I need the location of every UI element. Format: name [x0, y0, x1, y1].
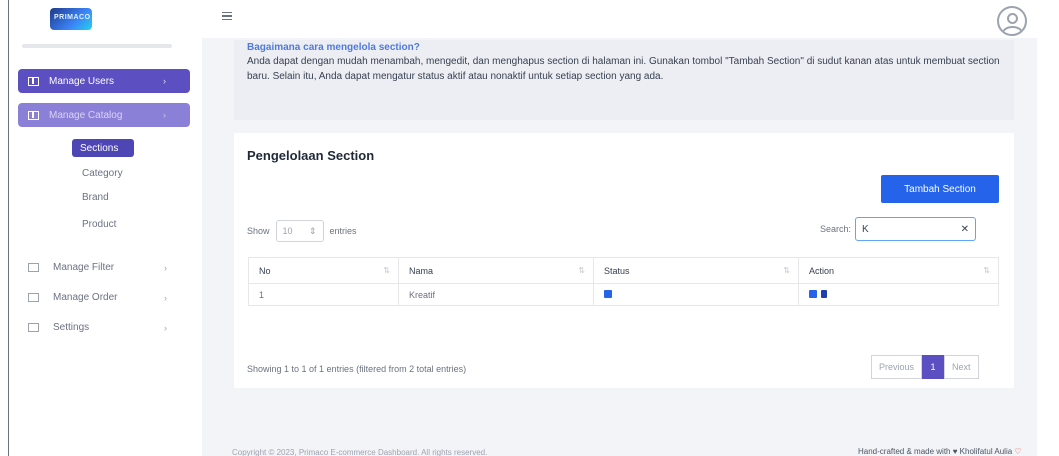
sidebar-item-settings[interactable]: Settings ›	[28, 322, 167, 333]
sidebar-subitem-product[interactable]: Product	[82, 219, 116, 230]
sort-icon: ⇅	[578, 266, 585, 275]
sidebar-item-manage-catalog[interactable]: Manage Catalog ›	[18, 103, 190, 127]
info-card: Bagaimana cara mengelola section? Anda d…	[234, 40, 1014, 120]
logo-text: PRIMACO	[54, 14, 91, 21]
sidebar-subitem-brand[interactable]: Brand	[82, 192, 109, 203]
sidebar-item-manage-order[interactable]: Manage Order ›	[28, 292, 167, 303]
entries-select[interactable]: 10 ⇕	[275, 220, 324, 242]
sidebar-item-label: Manage Users	[49, 75, 115, 87]
page-button-current[interactable]: 1	[922, 355, 945, 379]
sidebar-subitem-category[interactable]: Category	[82, 168, 123, 179]
next-page-button[interactable]: Next	[944, 355, 979, 379]
info-text: Anda dapat dengan mudah menambah, menged…	[247, 56, 1000, 82]
cell-status	[593, 283, 799, 306]
brand-logo[interactable]: PRIMACO	[50, 8, 92, 30]
chevron-right-icon: ›	[163, 76, 166, 86]
cell-action	[798, 283, 999, 306]
table-icon	[28, 110, 39, 120]
trash-icon[interactable]	[821, 289, 827, 298]
table-header-row: No ⇅ Nama ⇅ Status ⇅ Action ⇅	[248, 257, 999, 284]
sort-icon: ⇅	[983, 266, 990, 275]
heart-icon: ♡	[1014, 447, 1022, 456]
column-header-action[interactable]: Action ⇅	[798, 257, 999, 284]
chevron-updown-icon: ⇕	[308, 225, 317, 236]
search-label: Search:	[820, 224, 852, 234]
column-header-nama[interactable]: Nama ⇅	[398, 257, 594, 284]
entries-label: entries	[329, 226, 357, 236]
show-label: Show	[247, 226, 270, 236]
search-input[interactable]: K ✕	[855, 217, 977, 241]
search-input-value: K	[862, 223, 869, 235]
entries-select-value: 10	[282, 226, 293, 236]
chevron-right-icon: ›	[164, 322, 167, 333]
hamburger-menu-icon[interactable]	[222, 12, 232, 20]
clear-icon[interactable]: ✕	[961, 224, 969, 235]
table-icon	[28, 263, 39, 272]
info-title: Bagaimana cara mengelola section?	[247, 42, 420, 53]
pagination: Previous 1 Next	[871, 355, 979, 379]
sidebar-item-label: Manage Filter	[53, 262, 115, 273]
entries-length-control: Show 10 ⇕ entries	[247, 220, 357, 242]
card-title: Pengelolaan Section	[247, 148, 375, 163]
footer-copyright: Copyright © 2023, Primaco E-commerce Das…	[232, 448, 488, 456]
user-avatar[interactable]	[997, 6, 1027, 36]
avatar-head	[1007, 13, 1018, 24]
column-header-no[interactable]: No ⇅	[248, 257, 399, 284]
sidebar-item-manage-filter[interactable]: Manage Filter ›	[28, 262, 167, 273]
sections-table: No ⇅ Nama ⇅ Status ⇅ Action ⇅ 1 Kreatif	[248, 257, 999, 306]
table-row: 1 Kreatif	[248, 283, 999, 306]
chevron-right-icon: ›	[164, 262, 167, 273]
column-header-status[interactable]: Status ⇅	[593, 257, 799, 284]
section-table-card: Pengelolaan Section Tambah Section Show …	[234, 133, 1014, 388]
add-section-button[interactable]: Tambah Section	[881, 175, 999, 203]
chevron-right-icon: ›	[164, 292, 167, 303]
sidebar-item-label: Manage Order	[53, 292, 118, 303]
previous-page-button[interactable]: Previous	[871, 355, 923, 379]
table-info: Showing 1 to 1 of 1 entries (filtered fr…	[247, 364, 467, 374]
chevron-right-icon: ›	[163, 110, 166, 120]
status-toggle-icon[interactable]	[604, 289, 612, 298]
search-control: Search: K ✕	[820, 217, 977, 241]
footer-credit: Hand-crafted & made with ♥ Kholifatul Au…	[858, 447, 1022, 456]
cell-no: 1	[248, 283, 399, 306]
footer-credit-text: Hand-crafted & made with ♥ Kholifatul Au…	[858, 447, 1013, 456]
calendar-icon	[28, 323, 39, 332]
sidebar-subitem-sections[interactable]: Sections	[72, 139, 134, 157]
sidebar-item-label: Manage Catalog	[49, 109, 123, 121]
sidebar-divider	[22, 44, 172, 48]
sort-icon: ⇅	[783, 266, 790, 275]
table-icon	[28, 293, 39, 302]
cell-nama: Kreatif	[398, 283, 594, 306]
sort-icon: ⇅	[383, 266, 390, 275]
sidebar-item-manage-users[interactable]: Manage Users ›	[18, 69, 190, 93]
table-icon	[28, 76, 39, 86]
sidebar-item-label: Settings	[53, 322, 90, 333]
edit-icon[interactable]	[809, 289, 817, 298]
